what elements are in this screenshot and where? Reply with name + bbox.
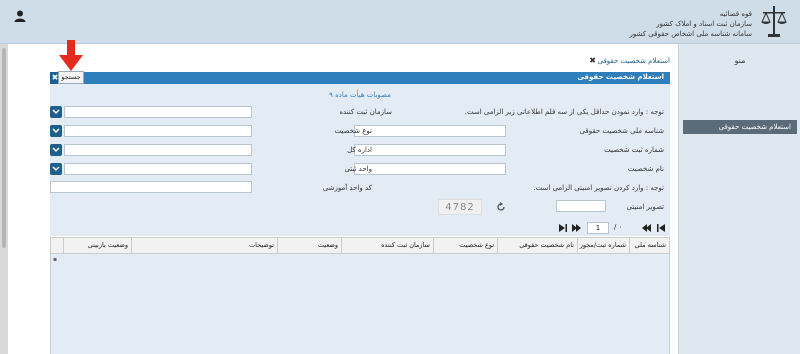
captcha-image: 4782	[438, 199, 482, 215]
panel-title: استعلام شخصیت حقوقی	[577, 73, 664, 81]
first-page-icon[interactable]	[558, 223, 568, 233]
page-count: / ۰	[614, 223, 623, 231]
refresh-icon[interactable]	[496, 202, 506, 212]
security-code-input[interactable]	[556, 200, 606, 212]
results-grid-body: ▪	[50, 254, 670, 354]
note-required-fields: توجه : وارد نمودن حداقل یکی از سه قلم اط…	[464, 108, 664, 116]
col-entity-type[interactable]: نوع شخصیت	[433, 238, 497, 253]
chevron-down-icon	[52, 147, 60, 153]
reg-unit-select[interactable]	[64, 163, 252, 175]
sidebar-item-legal-inquiry[interactable]: استعلام شخصیت حقوقی	[683, 120, 797, 134]
org-line-1: قوه قضائیه	[719, 10, 752, 18]
entity-type-select[interactable]	[64, 125, 252, 137]
chevron-down-icon	[52, 109, 60, 115]
organization-title: قوه قضائیه سازمان ثبت اسناد و املاک کشور…	[630, 9, 753, 39]
scrollbar-thumb[interactable]	[2, 48, 6, 248]
arrow-down-icon	[59, 40, 83, 71]
entity-name-label: نام شخصیت	[627, 165, 664, 173]
emblem-icon	[761, 6, 787, 37]
entity-type-dropdown-button[interactable]	[50, 125, 62, 137]
org-line-3: سامانه شناسه ملی اشخاص حقوقی کشور	[629, 30, 753, 38]
col-description[interactable]: توضیحات	[131, 238, 277, 253]
entity-type-label: نوع شخصیت	[334, 127, 372, 135]
next-page-icon[interactable]	[641, 223, 651, 233]
general-office-select[interactable]	[64, 144, 252, 156]
org-line-2: سازمان ثبت اسناد و املاک کشور	[656, 20, 752, 28]
national-id-input[interactable]	[354, 125, 506, 137]
user-icon[interactable]	[14, 10, 26, 22]
tab-legal-inquiry[interactable]: استعلام شخصیت حقوقی	[598, 57, 670, 65]
page-number-input[interactable]: 1	[587, 222, 609, 234]
reg-org-select[interactable]	[64, 106, 252, 118]
reg-org-dropdown-button[interactable]	[50, 106, 62, 118]
reg-unit-dropdown-button[interactable]	[50, 163, 62, 175]
note-captcha-required: توجه : وارد کردن تصویر امنیتی الزامی است…	[533, 184, 664, 192]
close-tab-icon[interactable]: ✖	[589, 56, 596, 65]
col-entity-name[interactable]: نام شخصیت حقوقی	[497, 238, 577, 253]
last-page-icon[interactable]	[656, 223, 666, 233]
col-review-status[interactable]: وضعیت بازبینی	[63, 238, 131, 253]
general-office-dropdown-button[interactable]	[50, 144, 62, 156]
left-scrollbar[interactable]	[0, 44, 8, 354]
top-header: قوه قضائیه سازمان ثبت اسناد و املاک کشور…	[0, 0, 800, 44]
sidebar-title: منو	[734, 56, 746, 65]
search-form: مصوبات هیأت ماده ۹ توجه : وارد نمودن حدا…	[50, 84, 670, 220]
search-tab-button[interactable]: جستجو	[58, 71, 84, 84]
reg-number-label: شماره ثبت شخصیت	[604, 146, 664, 154]
form-subtitle[interactable]: مصوبات هیأت ماده ۹	[50, 91, 670, 99]
col-reg-org[interactable]: سازمان ثبت کننده	[341, 238, 433, 253]
col-national-id[interactable]: شناسه ملی	[629, 238, 669, 253]
national-id-label: شناسه ملی شخصیت حقوقی	[579, 127, 664, 135]
general-office-label: اداره کل	[347, 146, 372, 154]
prev-page-icon[interactable]	[572, 223, 582, 233]
panel-header: استعلام شخصیت حقوقی	[50, 72, 670, 84]
security-image-label: تصویر امنیتی	[626, 203, 664, 211]
chevron-down-icon	[52, 128, 60, 134]
resize-handle-icon[interactable]: ▪	[53, 256, 57, 263]
col-status[interactable]: وضعیت	[277, 238, 341, 253]
training-unit-label: کد واحد آموزشی	[322, 184, 372, 192]
reg-org-label: سازمان ثبت کننده	[339, 108, 392, 116]
training-unit-input[interactable]	[50, 181, 252, 193]
sidebar-menu: منو استعلام شخصیت حقوقی	[678, 44, 800, 354]
reg-number-input[interactable]	[354, 144, 506, 156]
col-reg-number[interactable]: شماره ثبت/مجوز	[577, 238, 629, 253]
entity-name-input[interactable]	[354, 163, 506, 175]
results-grid-header: شناسه ملی شماره ثبت/مجوز نام شخصیت حقوقی…	[50, 237, 670, 254]
tab-bar: ✖ استعلام شخصیت حقوقی	[50, 55, 670, 69]
grid-pager: / ۰ 1	[50, 220, 670, 236]
chevron-down-icon	[52, 166, 60, 172]
reg-unit-label: واحد ثبتی	[344, 165, 372, 173]
